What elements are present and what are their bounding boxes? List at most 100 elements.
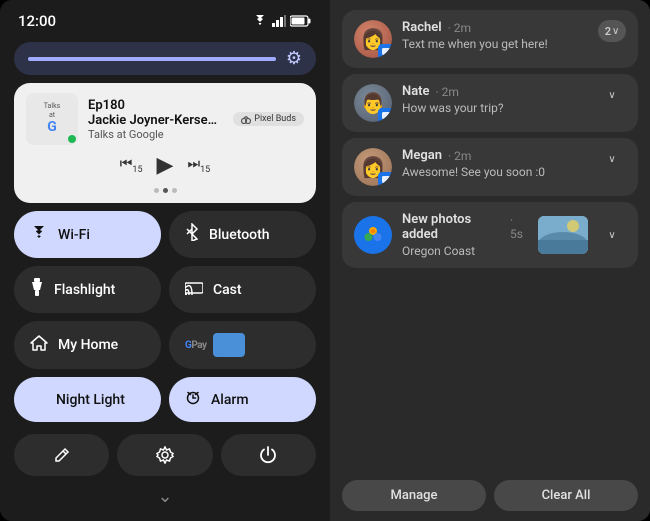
toggle-alarm[interactable]: Alarm — [169, 377, 316, 422]
wifi-label: Wi-Fi — [58, 227, 90, 243]
edit-button[interactable] — [14, 434, 109, 476]
media-thumbnail: Talks at G — [26, 93, 78, 145]
photos-expand-button[interactable]: ∨ — [598, 224, 626, 246]
media-episode: Ep180 — [88, 98, 223, 113]
rachel-message: Text me when you get here! — [402, 37, 588, 51]
toggle-gpay[interactable]: GPay — [169, 321, 316, 369]
photo-thumbnail — [538, 216, 588, 254]
megan-name: Megan — [402, 148, 442, 163]
screen-tile — [213, 333, 245, 357]
status-bar: 12:00 — [14, 12, 316, 30]
avatar-rachel: 👩 — [354, 20, 392, 58]
brightness-icon: ⚙ — [286, 48, 302, 69]
toggle-myhome[interactable]: My Home — [14, 321, 161, 369]
photos-app-icon — [354, 216, 392, 254]
rachel-notif-header: Rachel · 2m — [402, 20, 588, 35]
cast-icon — [185, 280, 203, 300]
manage-label: Manage — [391, 488, 438, 503]
power-button[interactable] — [221, 434, 316, 476]
myhome-label: My Home — [58, 337, 118, 353]
notification-nate[interactable]: 👨 Nate · 2m How was your trip? ∨ — [342, 74, 638, 132]
megan-notif-content: Megan · 2m Awesome! See you soon :0 — [402, 148, 588, 179]
photos-notif-content: New photos added · 5s Oregon Coast — [402, 212, 528, 258]
rachel-count: 2 — [605, 25, 611, 38]
nate-expand-button[interactable]: ∨ — [598, 84, 626, 106]
messages-icon-megan — [382, 176, 391, 185]
media-subtitle: Talks at Google — [88, 128, 223, 141]
forward-button[interactable]: ⏭15 — [187, 156, 210, 175]
power-icon — [259, 446, 277, 464]
spotify-icon — [68, 135, 76, 143]
megan-message: Awesome! See you soon :0 — [402, 165, 588, 179]
quick-toggles-grid: Wi-Fi Bluetooth Flashlight Cast — [14, 211, 316, 422]
nightlight-label: Night Light — [56, 392, 125, 408]
flashlight-icon — [30, 278, 44, 301]
play-button[interactable]: ▶ — [157, 153, 174, 178]
nate-notif-header: Nate · 2m — [402, 84, 588, 99]
coast-photo — [538, 216, 588, 254]
manage-button[interactable]: Manage — [342, 480, 486, 511]
pixel-buds-badge: Pixel Buds — [233, 112, 304, 126]
rachel-expand-button[interactable]: 2 ∨ — [598, 20, 626, 42]
photos-subtitle: Oregon Coast — [402, 244, 528, 258]
bottom-actions — [14, 434, 316, 476]
chevron-icon: ∨ — [612, 26, 619, 37]
wifi-status-icon — [252, 15, 268, 27]
main-container: 12:00 — [0, 0, 650, 521]
brightness-control[interactable]: ⚙ — [14, 42, 316, 75]
avatar-nate: 👨 — [354, 84, 392, 122]
media-title: Jackie Joyner-Kersee... — [88, 113, 223, 128]
settings-button[interactable] — [117, 434, 212, 476]
avatar-megan: 👩 — [354, 148, 392, 186]
expand-chevron[interactable]: ⌄ — [14, 484, 316, 507]
settings-icon — [156, 446, 174, 464]
clear-all-label: Clear All — [542, 488, 591, 503]
megan-notif-header: Megan · 2m — [402, 148, 588, 163]
signal-icon — [272, 15, 286, 27]
media-controls: ⏮15 ▶ ⏭15 — [26, 151, 304, 180]
nate-time: · 2m — [436, 85, 459, 99]
notification-photos[interactable]: New photos added · 5s Oregon Coast ∨ — [342, 202, 638, 268]
nate-name: Nate — [402, 84, 430, 99]
cast-label: Cast — [213, 282, 242, 298]
megan-expand-button[interactable]: ∨ — [598, 148, 626, 170]
messages-icon — [382, 48, 391, 57]
bluetooth-icon — [185, 223, 199, 246]
media-top: Talks at G Ep180 Jackie Joyner-Kersee...… — [26, 93, 304, 145]
bluetooth-label: Bluetooth — [209, 227, 270, 243]
moon-icon — [30, 389, 46, 410]
media-pagination — [26, 188, 304, 193]
notification-rachel[interactable]: 👩 Rachel · 2m Text me when you get here!… — [342, 10, 638, 68]
nate-message: How was your trip? — [402, 101, 588, 115]
message-app-badge — [378, 44, 392, 58]
toggle-nightlight[interactable]: Night Light — [14, 377, 161, 422]
toggle-wifi[interactable]: Wi-Fi — [14, 211, 161, 258]
google-logo: G — [47, 119, 57, 136]
toggle-cast[interactable]: Cast — [169, 266, 316, 313]
media-right: Pixel Buds — [233, 112, 304, 126]
photos-time: · 5s — [510, 213, 528, 241]
message-app-badge-nate — [378, 108, 392, 122]
alarm-icon — [185, 389, 201, 410]
brightness-slider[interactable] — [28, 57, 276, 61]
forward-label: 15 — [200, 165, 210, 175]
chevron-icon-photos: ∨ — [608, 230, 615, 241]
dot-1 — [154, 188, 159, 193]
headphones-icon — [241, 114, 251, 124]
toggle-bluetooth[interactable]: Bluetooth — [169, 211, 316, 258]
message-app-badge-megan — [378, 172, 392, 186]
rewind-button[interactable]: ⏮15 — [120, 156, 143, 175]
photos-notif-header: New photos added · 5s — [402, 212, 528, 242]
chevron-icon-megan: ∨ — [608, 154, 615, 165]
wifi-icon — [30, 225, 48, 245]
clear-all-button[interactable]: Clear All — [494, 480, 638, 511]
toggle-flashlight[interactable]: Flashlight — [14, 266, 161, 313]
notification-megan[interactable]: 👩 Megan · 2m Awesome! See you soon :0 ∨ — [342, 138, 638, 196]
notifications-panel: 👩 Rachel · 2m Text me when you get here!… — [330, 0, 650, 521]
alarm-label: Alarm — [211, 392, 249, 408]
media-info: Ep180 Jackie Joyner-Kersee... Talks at G… — [88, 98, 223, 141]
status-icons — [252, 15, 312, 27]
rachel-notif-content: Rachel · 2m Text me when you get here! — [402, 20, 588, 51]
status-time: 12:00 — [18, 12, 56, 30]
rewind-label: 15 — [132, 165, 142, 175]
